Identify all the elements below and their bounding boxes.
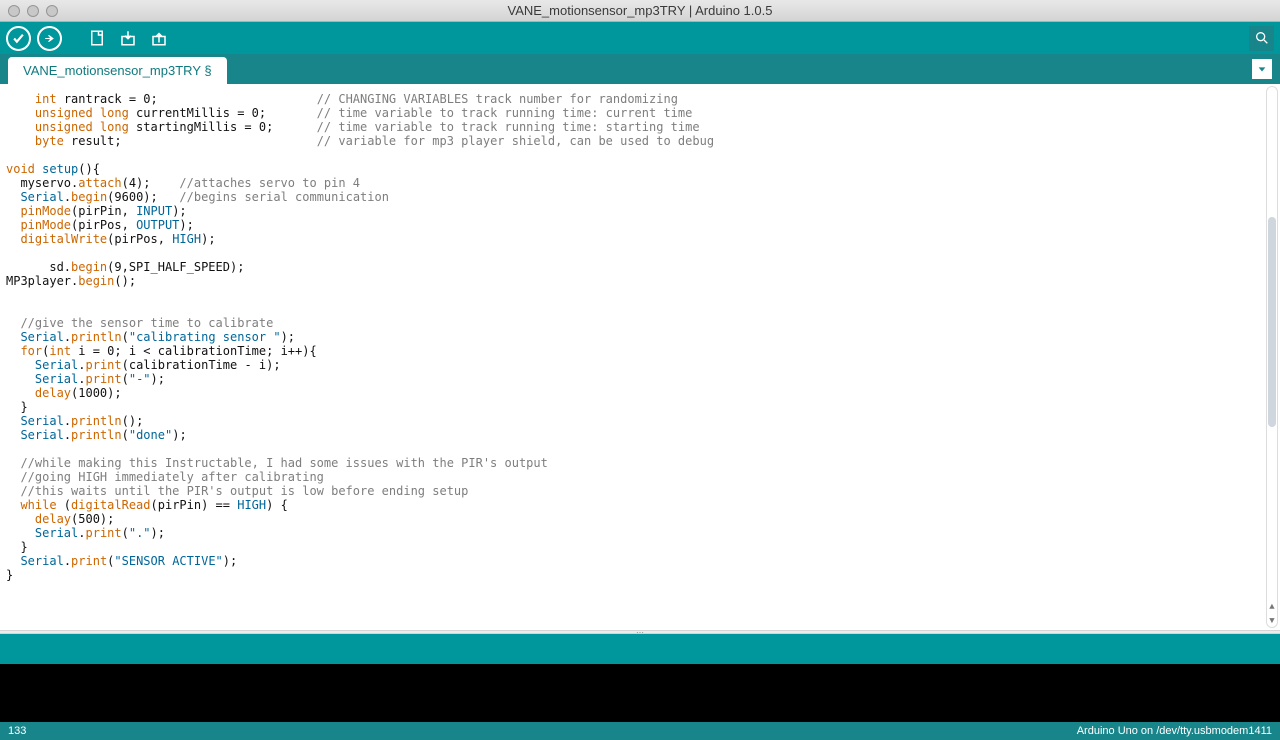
window-title: VANE_motionsensor_mp3TRY | Arduino 1.0.5: [0, 3, 1280, 18]
window-controls: [8, 5, 58, 17]
serial-monitor-button[interactable]: [1249, 26, 1274, 51]
tab-menu-button[interactable]: [1252, 59, 1272, 79]
tab-strip: VANE_motionsensor_mp3TRY §: [0, 54, 1280, 84]
tab-label: VANE_motionsensor_mp3TRY §: [23, 63, 212, 78]
close-dot[interactable]: [8, 5, 20, 17]
console-output: [0, 664, 1280, 722]
open-button[interactable]: [115, 26, 140, 51]
upload-button[interactable]: [37, 26, 62, 51]
status-bar: 133 Arduino Uno on /dev/tty.usbmodem1411: [0, 722, 1280, 740]
message-bar: [0, 634, 1280, 664]
status-line-number: 133: [8, 725, 26, 737]
minimize-dot[interactable]: [27, 5, 39, 17]
scroll-arrows[interactable]: ▲▼: [1266, 600, 1278, 628]
toolbar: [0, 22, 1280, 54]
zoom-dot[interactable]: [46, 5, 58, 17]
titlebar: VANE_motionsensor_mp3TRY | Arduino 1.0.5: [0, 0, 1280, 22]
new-button[interactable]: [84, 26, 109, 51]
verify-button[interactable]: [6, 26, 31, 51]
code-content: int rantrack = 0; // CHANGING VARIABLES …: [6, 92, 1274, 582]
code-editor[interactable]: int rantrack = 0; // CHANGING VARIABLES …: [0, 84, 1280, 630]
status-board: Arduino Uno on /dev/tty.usbmodem1411: [1077, 725, 1272, 737]
tab-sketch[interactable]: VANE_motionsensor_mp3TRY §: [8, 57, 227, 84]
editor-scrollbar[interactable]: [1266, 86, 1278, 628]
scrollbar-thumb[interactable]: [1268, 217, 1276, 427]
save-button[interactable]: [146, 26, 171, 51]
